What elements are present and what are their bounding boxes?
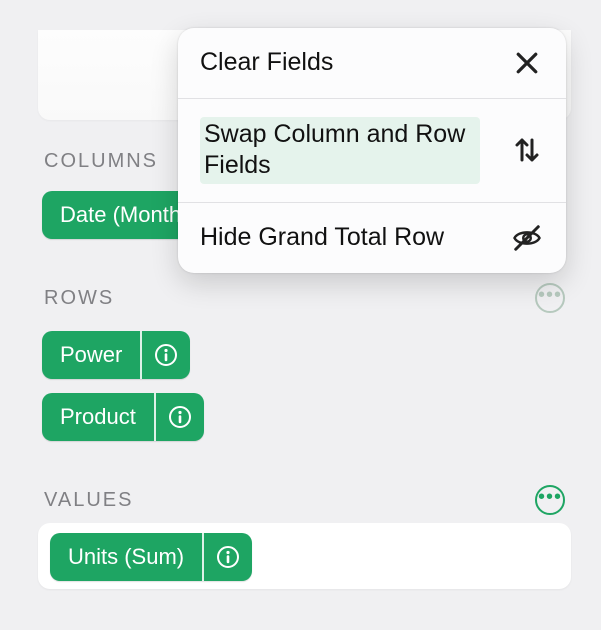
values-section: VALUES ••• Units (Sum) xyxy=(38,475,571,589)
values-header-label: VALUES xyxy=(44,489,133,512)
pill-info-button[interactable] xyxy=(156,393,204,441)
values-well: Units (Sum) xyxy=(38,523,571,589)
pill-label: Units (Sum) xyxy=(50,533,202,581)
values-header-row: VALUES ••• xyxy=(38,475,571,523)
pill-label: Power xyxy=(42,331,140,379)
rows-pill-row: Power Product xyxy=(38,321,571,457)
info-icon xyxy=(168,405,192,429)
menu-item-swap-fields[interactable]: Swap Column and Row Fields xyxy=(178,98,566,202)
pill-units-sum[interactable]: Units (Sum) xyxy=(50,533,252,581)
rows-header-label: ROWS xyxy=(44,287,114,310)
info-icon xyxy=(154,343,178,367)
pill-info-button[interactable] xyxy=(142,331,190,379)
swap-icon xyxy=(510,133,544,167)
rows-more-button[interactable]: ••• xyxy=(535,283,565,313)
menu-item-hide-grand-total[interactable]: Hide Grand Total Row xyxy=(178,202,566,273)
hide-icon xyxy=(510,221,544,255)
columns-more-menu: Clear Fields Swap Column and Row Fields … xyxy=(178,28,566,273)
menu-item-clear-fields[interactable]: Clear Fields xyxy=(178,28,566,98)
rows-header-row: ROWS ••• xyxy=(38,273,571,321)
menu-item-label: Hide Grand Total Row xyxy=(200,222,444,253)
pill-product[interactable]: Product xyxy=(42,393,204,441)
pill-label: Product xyxy=(42,393,154,441)
menu-item-label: Clear Fields xyxy=(200,47,333,78)
columns-header-label: COLUMNS xyxy=(44,150,158,173)
info-icon xyxy=(216,545,240,569)
menu-item-label: Swap Column and Row Fields xyxy=(200,117,480,184)
pill-info-button[interactable] xyxy=(204,533,252,581)
rows-section: ROWS ••• Power Product xyxy=(38,273,571,457)
values-more-button[interactable]: ••• xyxy=(535,485,565,515)
close-icon xyxy=(510,46,544,80)
pill-power[interactable]: Power xyxy=(42,331,190,379)
